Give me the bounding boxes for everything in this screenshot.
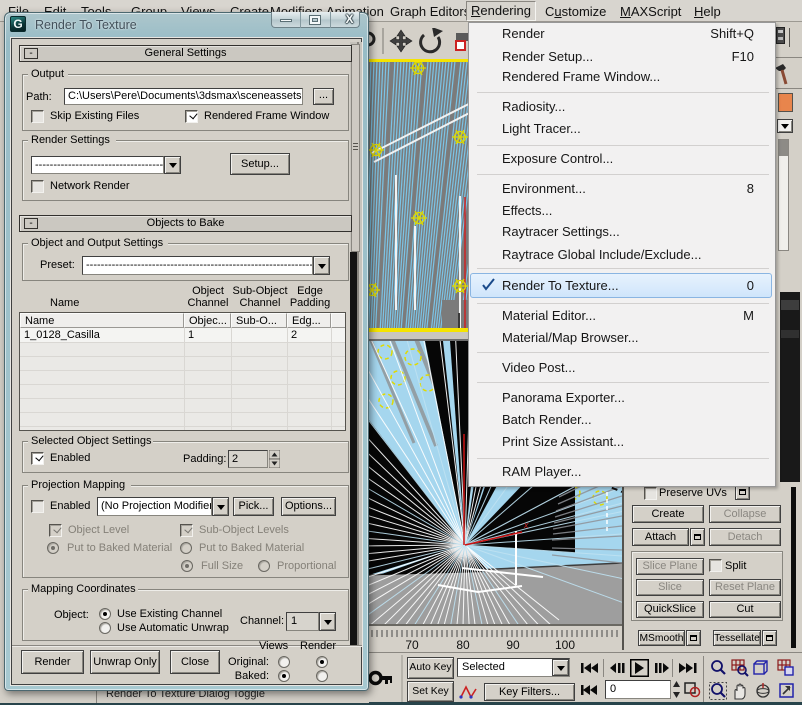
svg-text:70: 70	[405, 638, 419, 652]
svg-text:x: x	[523, 520, 529, 530]
svg-text:100: 100	[555, 638, 575, 652]
svg-text:80: 80	[456, 638, 470, 652]
svg-text:90: 90	[506, 638, 520, 652]
